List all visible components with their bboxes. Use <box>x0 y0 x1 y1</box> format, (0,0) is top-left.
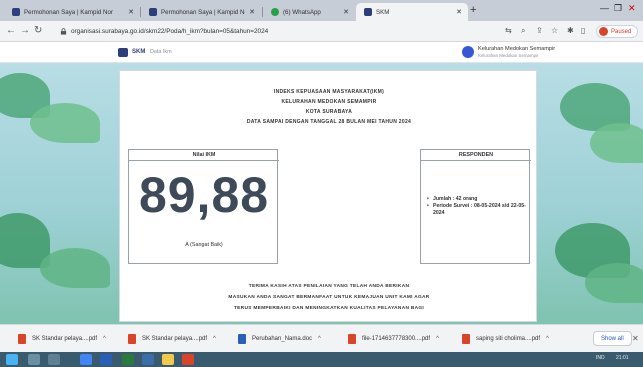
feedback-line: MASUKAN ANDA SANGAT BERMANFAAT UNTUK KEM… <box>228 295 430 300</box>
chevron-up-icon[interactable]: ^ <box>318 336 321 342</box>
avatar <box>599 27 608 36</box>
chevron-up-icon[interactable]: ^ <box>546 336 549 342</box>
site-favicon-icon <box>364 8 372 16</box>
ikm-score-box: Nilai IKM 89,88 A (Sangat Baik) <box>128 149 279 264</box>
excel-icon[interactable] <box>122 354 134 365</box>
doc-file-icon <box>238 334 246 344</box>
tab-title: Permohonan Saya | Kampid Nor <box>161 8 246 16</box>
breadcrumb[interactable]: Data Ikm <box>150 49 172 55</box>
site-favicon-icon <box>149 8 157 16</box>
clock[interactable]: 21:01 <box>616 355 629 361</box>
chevron-up-icon[interactable]: ^ <box>436 336 439 342</box>
pdf-file-icon <box>348 334 356 344</box>
url-text: organisasi.surabaya.go.id/skm22/Poda/h_i… <box>71 28 269 35</box>
close-tab-icon[interactable]: ✕ <box>249 8 255 16</box>
language-indicator[interactable]: IND <box>596 355 605 361</box>
download-item[interactable]: SK Standar pelaya....pdf ^ <box>18 332 106 346</box>
thank-you-line: TERIMA KASIH ATAS PENILAIAN YANG TELAH A… <box>248 284 410 289</box>
show-all-button[interactable]: Show all <box>593 331 632 346</box>
download-filename: SK Standar pelaya....pdf <box>32 336 98 342</box>
chevron-up-icon[interactable]: ^ <box>103 336 106 342</box>
report-unit: KELURAHAN MEDOKAN SEMAMPIR <box>281 99 377 105</box>
chrome-icon[interactable] <box>80 354 92 365</box>
file-explorer-icon[interactable] <box>162 354 174 365</box>
browser-tabstrip: Permohonan Saya | Kampid Nor ✕ Permohona… <box>0 0 643 21</box>
respondent-list: Jumlah : 42 orang Periode Survei : 08-05… <box>427 196 527 217</box>
os-taskbar: IND 21:01 <box>0 352 643 367</box>
app-name[interactable]: SKM <box>132 49 145 55</box>
download-item[interactable]: file-1714637778300....pdf ^ <box>348 332 439 346</box>
improvement-line: TERUS MEMPERBAIKI DAN MENINGKATKAN KUALI… <box>233 306 425 311</box>
skm-logo-icon[interactable] <box>118 48 128 57</box>
app-header: SKM Data Ikm Kelurahan Medokan Semampir … <box>0 42 643 63</box>
profile-button[interactable]: Paused <box>596 25 639 38</box>
sidepanel-icon[interactable]: ▯ <box>581 26 585 35</box>
ikm-score-value: 89,88 <box>138 167 270 223</box>
app-icon[interactable] <box>182 354 194 365</box>
close-window-button[interactable]: ✕ <box>628 3 636 14</box>
new-tab-button[interactable]: + <box>470 4 476 16</box>
bookmark-star-icon[interactable]: ☆ <box>551 26 558 35</box>
app-icon[interactable] <box>142 354 154 365</box>
avatar[interactable] <box>462 46 474 58</box>
user-role: Kelurahan Medokan Semampir <box>478 53 539 58</box>
ikm-report-card: INDEKS KEPUASAAN MASYARAKAT(IKM) KELURAH… <box>119 70 537 322</box>
respondent-box: RESPONDEN Jumlah : 42 orang Periode Surv… <box>420 149 531 264</box>
tab-title: SKM <box>376 8 390 16</box>
download-item[interactable]: SK Standar pelaya....pdf ^ <box>128 332 216 346</box>
lock-icon <box>60 28 67 35</box>
tab-permohonan-2[interactable]: Permohonan Saya | Kampid Nor ✕ <box>141 3 261 21</box>
tab-title: Permohonan Saya | Kampid Nor <box>24 8 113 16</box>
task-view-icon[interactable] <box>48 354 60 365</box>
pdf-file-icon <box>128 334 136 344</box>
pdf-file-icon <box>462 334 470 344</box>
tab-title: (6) WhatsApp <box>283 8 321 16</box>
report-city: KOTA SURABAYA <box>305 109 353 115</box>
ikm-score-grade: A (Sangat Baik) <box>185 242 223 248</box>
downloads-bar: SK Standar pelaya....pdf ^ SK Standar pe… <box>0 324 643 352</box>
respondent-count: Jumlah : 42 orang <box>427 196 527 203</box>
address-bar[interactable]: organisasi.surabaya.go.id/skm22/Poda/h_i… <box>60 24 500 39</box>
reload-icon[interactable]: ↻ <box>34 25 42 36</box>
profile-status: Paused <box>611 28 632 35</box>
tab-whatsapp[interactable]: (6) WhatsApp ✕ <box>263 3 355 21</box>
minimize-button[interactable]: — <box>600 3 609 13</box>
download-item[interactable]: saping siti cholima....pdf ^ <box>462 332 549 346</box>
extensions-icon[interactable]: ✱ <box>567 26 574 35</box>
download-filename: file-1714637778300....pdf <box>362 336 431 342</box>
back-arrow-icon[interactable]: ← <box>6 25 16 36</box>
survey-period: Periode Survei : 08-05-2024 s/d 22-05-20… <box>427 203 527 217</box>
download-filename: Perubahan_Nama.doc <box>252 336 313 342</box>
respondent-title: RESPONDEN <box>421 150 531 161</box>
translate-icon[interactable]: ⇆ <box>505 26 512 35</box>
search-icon[interactable] <box>28 354 40 365</box>
download-item[interactable]: Perubahan_Nama.doc ^ <box>238 332 321 346</box>
whatsapp-icon <box>271 8 279 16</box>
browser-toolbar: ← → ↻ organisasi.surabaya.go.id/skm22/Po… <box>0 21 643 42</box>
zoom-icon[interactable]: ⌕ <box>521 26 525 36</box>
close-tab-icon[interactable]: ✕ <box>128 8 134 16</box>
share-icon[interactable]: ⇪ <box>536 26 543 35</box>
close-icon[interactable]: ✕ <box>632 334 639 343</box>
chevron-up-icon[interactable]: ^ <box>213 336 216 342</box>
forward-arrow-icon[interactable]: → <box>20 25 30 36</box>
tab-skm[interactable]: SKM ✕ <box>356 3 468 21</box>
ikm-score-title: Nilai IKM <box>129 150 279 161</box>
pdf-file-icon <box>18 334 26 344</box>
close-tab-icon[interactable]: ✕ <box>456 8 462 16</box>
report-title: INDEKS KEPUASAAN MASYARAKAT(IKM) <box>273 89 385 95</box>
tab-permohonan-1[interactable]: Permohonan Saya | Kampid Nor ✕ <box>4 3 140 21</box>
page-viewport: SKM Data Ikm Kelurahan Medokan Semampir … <box>0 42 643 324</box>
windows-start-icon[interactable] <box>6 354 18 365</box>
download-filename: saping siti cholima....pdf <box>476 336 541 342</box>
close-tab-icon[interactable]: ✕ <box>343 8 349 16</box>
site-favicon-icon <box>12 8 20 16</box>
word-icon[interactable] <box>100 354 112 365</box>
download-filename: SK Standar pelaya....pdf <box>142 336 208 342</box>
maximize-button[interactable]: ❐ <box>614 3 622 14</box>
user-name[interactable]: Kelurahan Medokan Semampir <box>478 46 555 52</box>
report-date: DATA SAMPAI DENGAN TANGGAL 28 BULAN MEI … <box>246 119 412 125</box>
